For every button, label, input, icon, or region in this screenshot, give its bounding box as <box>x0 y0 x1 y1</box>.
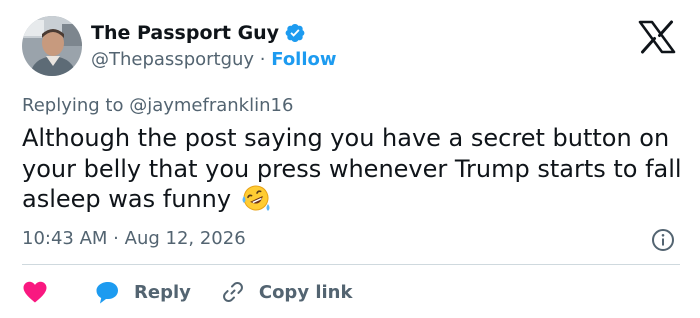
tweet-timestamp[interactable]: 10:43 AM · Aug 12, 2026 <box>22 228 246 249</box>
divider <box>22 264 680 265</box>
follow-link[interactable]: Follow <box>271 49 336 70</box>
copy-link-label: Copy link <box>258 281 353 303</box>
author-handle-row: @Thepassportguy · Follow <box>91 49 337 70</box>
tweet-body: Although the post saying you have a secr… <box>22 123 682 215</box>
handle-separator: · <box>254 49 272 70</box>
reply-context-prefix: Replying to <box>22 95 130 116</box>
reply-context: Replying to @jaymefranklin16 <box>22 95 293 116</box>
tweet-actions: Reply Copy link <box>22 278 352 306</box>
author-name-row: The Passport Guy <box>91 22 306 44</box>
meta-separator: · <box>107 228 125 249</box>
info-icon[interactable] <box>651 228 675 252</box>
verified-badge-icon <box>284 22 306 44</box>
copy-link-button[interactable]: Copy link <box>221 280 353 304</box>
speech-bubble-icon <box>94 279 120 305</box>
author-display-name[interactable]: The Passport Guy <box>91 22 279 44</box>
reply-button[interactable]: Reply <box>94 279 191 305</box>
rolling-on-floor-laughing-emoji-icon <box>241 184 271 212</box>
tweet-date: Aug 12, 2026 <box>124 228 246 249</box>
link-icon <box>221 280 245 304</box>
author-handle[interactable]: @Thepassportguy <box>91 49 254 70</box>
tweet-time: 10:43 AM <box>22 228 108 249</box>
avatar[interactable] <box>22 16 82 76</box>
reply-to-handle[interactable]: @jaymefranklin16 <box>129 95 293 116</box>
like-button[interactable] <box>22 280 48 304</box>
tweet-text: Although the post saying you have a secr… <box>22 124 682 213</box>
heart-icon <box>22 280 48 304</box>
x-logo-icon[interactable] <box>637 20 677 54</box>
reply-label: Reply <box>134 281 191 303</box>
